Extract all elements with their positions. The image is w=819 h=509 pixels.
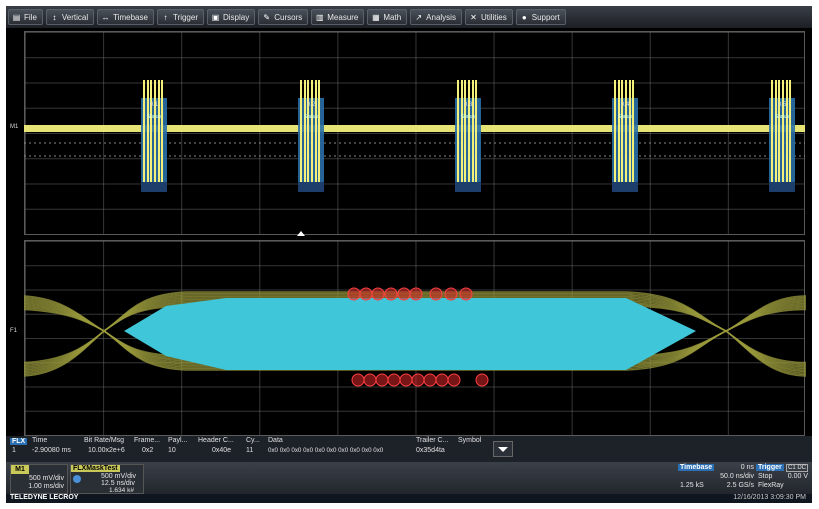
flx-tag: FLX bbox=[10, 438, 28, 445]
cell-frame[interactable]: 0x2 bbox=[142, 447, 153, 454]
info-icon bbox=[73, 475, 81, 483]
cell-payload[interactable]: 10 bbox=[168, 447, 176, 454]
protocol-decode-table[interactable]: FLX Time Bit Rate/Msg Frame... Payl... H… bbox=[6, 436, 812, 462]
table-expand-button[interactable] bbox=[493, 441, 513, 457]
col-header-symbol[interactable]: Symbol bbox=[458, 437, 481, 444]
col-header-bitrate[interactable]: Bit Rate/Msg bbox=[84, 437, 124, 444]
timebase-delay: 0 ns bbox=[740, 464, 754, 471]
cell-bitrate[interactable]: 10.00x2e+6 bbox=[88, 447, 125, 454]
cell-time[interactable]: -2.90080 ms bbox=[32, 447, 71, 454]
timebase-descriptor[interactable]: Timebase 0 ns 50.0 ns/div 1.25 kS 2.5 GS… bbox=[678, 464, 756, 492]
cell-cycle[interactable]: 11 bbox=[246, 447, 253, 454]
status-panel: M1 500 mV/div 1.00 ms/div FLXMaskTest 50… bbox=[6, 462, 812, 494]
m1-tdiv: 1.00 ms/div bbox=[28, 483, 64, 490]
trigger-level: 0.00 V bbox=[787, 473, 808, 480]
timebase-samples: 1.25 kS bbox=[680, 482, 704, 489]
m1-tag: M1 bbox=[11, 465, 29, 474]
cell-index[interactable]: 1 bbox=[12, 447, 16, 454]
chevron-down-icon bbox=[498, 447, 508, 452]
trigger-title: Trigger bbox=[756, 464, 784, 471]
timebase-rate: 2.5 GS/s bbox=[726, 482, 754, 489]
brand-bar: TELEDYNE LECROY 12/16/2013 3:09:30 PM bbox=[6, 494, 812, 503]
col-header-cycle[interactable]: Cy... bbox=[246, 437, 260, 444]
col-header-header-crc[interactable]: Header C... bbox=[198, 437, 234, 444]
brand-logo: TELEDYNE LECROY bbox=[10, 494, 79, 501]
oscilloscope-screen: ▤ File ↕ Vertical ↔ Timebase ↑ Trigger ▣ Display ✎… bbox=[6, 6, 812, 503]
cell-trailer[interactable]: 0x35d4ta bbox=[416, 447, 445, 454]
timebase-title: Timebase bbox=[678, 464, 715, 471]
cell-header-crc[interactable]: 0x40e bbox=[212, 447, 231, 454]
mask-test-tag: FLXMaskTest bbox=[71, 465, 120, 472]
trigger-coupling: C1 DC bbox=[785, 464, 808, 472]
trigger-descriptor[interactable]: Trigger C1 DC Stop 0.00 V FlexRay bbox=[756, 464, 810, 492]
mask-tdiv: 12.5 ns/div bbox=[101, 480, 135, 487]
mask-count: 1.634 k# bbox=[109, 487, 134, 494]
mask-test-descriptor[interactable]: FLXMaskTest 500 mV/div 12.5 ns/div 1.634… bbox=[70, 464, 144, 494]
col-header-payload[interactable]: Payl... bbox=[168, 437, 187, 444]
mask-vdiv: 500 mV/div bbox=[101, 473, 137, 480]
cell-data[interactable]: 0x0 0x0 0x0 0x0 0x0 0x0 0x0 0x0 0x0 0x0 bbox=[268, 447, 383, 454]
trigger-mode: Stop bbox=[758, 473, 773, 480]
eye-diagram-plot bbox=[23, 287, 807, 446]
col-header-time[interactable]: Time bbox=[32, 437, 47, 444]
m1-vdiv: 500 mV/div bbox=[28, 475, 64, 482]
col-header-data[interactable]: Data bbox=[268, 437, 283, 444]
eye-mask-fill bbox=[124, 298, 696, 370]
col-header-frame[interactable]: Frame... bbox=[134, 437, 160, 444]
datetime: 12/16/2013 3:09:30 PM bbox=[733, 494, 806, 501]
trigger-type: FlexRay bbox=[758, 482, 784, 489]
col-header-trailer[interactable]: Trailer C... bbox=[416, 437, 448, 444]
m1-descriptor[interactable]: M1 500 mV/div 1.00 ms/div bbox=[10, 464, 68, 494]
timebase-tdiv: 50.0 ns/div bbox=[720, 473, 754, 480]
